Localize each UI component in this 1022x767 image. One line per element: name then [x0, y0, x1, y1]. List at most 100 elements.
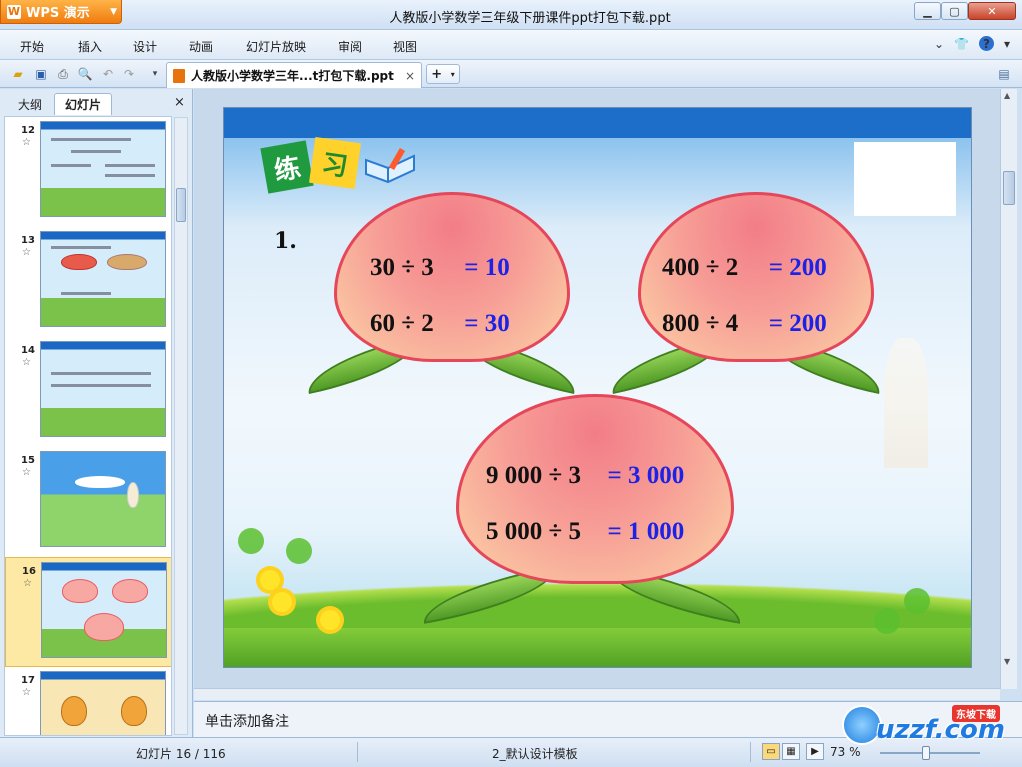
normal-view-icon: ▭ — [766, 746, 776, 757]
slide-preview — [41, 562, 167, 658]
slide-number: 14 — [21, 345, 35, 356]
slide-thumbnail-15[interactable]: 15 ☆ — [5, 447, 171, 557]
tab-outline[interactable]: 大纲 — [10, 93, 50, 115]
skin-icon[interactable]: 👕 — [954, 37, 969, 51]
app-name: WPS 演示 — [26, 6, 90, 21]
zoom-slider[interactable] — [880, 752, 980, 754]
title-bar: W WPS 演示 ▼ 人教版小学数学三年级下册课件ppt打包下载.ppt ▁ ▢… — [0, 0, 1022, 30]
site-watermark: uzzf.com 东坡下载 — [842, 703, 1020, 751]
slide-thumbnail-12[interactable]: 12 ☆ — [5, 117, 171, 227]
editor-horizontal-scrollbar[interactable] — [194, 688, 1000, 700]
clover-decoration — [874, 608, 900, 634]
equation-answer: = 30 — [464, 310, 510, 337]
flower-decoration — [272, 592, 292, 612]
menu-item-slideshow[interactable]: 幻灯片放映 — [246, 38, 306, 55]
slide-thumbnail-13[interactable]: 13 ☆ — [5, 227, 171, 337]
star-icon: ☆ — [22, 357, 31, 368]
collapse-ribbon-icon[interactable]: ⌄ — [934, 37, 944, 51]
normal-view-button[interactable]: ▭ — [762, 743, 780, 760]
menu-item-animation[interactable]: 动画 — [189, 38, 213, 55]
menu-item-insert[interactable]: 插入 — [78, 38, 102, 55]
print-preview-icon[interactable]: 🔍 — [77, 66, 93, 82]
menu-item-design[interactable]: 设计 — [133, 38, 157, 55]
notes-placeholder[interactable]: 单击添加备注 — [205, 711, 289, 731]
clover-decoration — [904, 588, 930, 614]
equation-answer: = 200 — [768, 254, 827, 281]
new-tab-button[interactable]: + ▾ — [426, 64, 460, 84]
undo-icon[interactable]: ↶ — [100, 66, 116, 82]
equation-answer: = 1 000 — [607, 518, 685, 545]
slide-number: 13 — [21, 235, 35, 246]
close-tab-icon[interactable]: × — [405, 69, 415, 83]
tab-slides[interactable]: 幻灯片 — [54, 93, 112, 115]
equation-line: 60 ÷ 2 = 30 — [370, 310, 510, 338]
document-tab-label: 人教版小学数学三年...t打包下载.ppt — [191, 69, 394, 83]
scroll-thumb[interactable] — [176, 188, 186, 222]
thumbnail-list[interactable]: 12 ☆ 13 ☆ 14 ☆ 15 ☆ 16 ☆ 17 ☆ — [4, 116, 172, 736]
close-panel-icon[interactable]: × — [174, 95, 185, 110]
equation-line: 30 ÷ 3 = 10 — [370, 254, 510, 282]
print-icon[interactable]: ⎙ — [55, 66, 71, 82]
star-icon: ☆ — [23, 578, 32, 589]
menu-bar: 开始 插入 设计 动画 幻灯片放映 审阅 视图 ⌄ 👕 ? ▾ — [0, 30, 1022, 60]
peach-card-1: 30 ÷ 3 = 10 60 ÷ 2 = 30 — [334, 192, 570, 362]
slide-canvas[interactable]: 练 习 1. 30 ÷ 3 = 10 60 ÷ 2 = 30 400 ÷ 2 =… — [223, 107, 972, 668]
equation-line: 800 ÷ 4 = 200 — [662, 310, 827, 338]
star-icon: ☆ — [22, 247, 31, 258]
scroll-up-icon[interactable]: ▲ — [1004, 91, 1010, 100]
document-tab[interactable]: 人教版小学数学三年...t打包下载.ppt × — [166, 62, 422, 88]
slide-thumbnail-14[interactable]: 14 ☆ — [5, 337, 171, 447]
clover-decoration — [286, 538, 312, 564]
badge-char: 练 — [260, 140, 314, 194]
slide-preview — [40, 231, 166, 327]
star-icon: ☆ — [22, 137, 31, 148]
app-menu-button[interactable]: W WPS 演示 ▼ — [0, 0, 122, 24]
equation-question: 60 ÷ 2 — [370, 310, 434, 337]
slide-number: 12 — [21, 125, 35, 136]
equation-answer: = 200 — [768, 310, 827, 337]
equation-line: 5 000 ÷ 5 = 1 000 — [486, 518, 684, 546]
customize-toolbar-icon[interactable]: ▾ — [147, 66, 163, 82]
windmill-decoration — [884, 338, 928, 468]
badge-char: 习 — [309, 137, 361, 189]
slide-preview — [40, 121, 166, 217]
help-dropdown-icon[interactable]: ▾ — [1004, 37, 1010, 51]
equation-line: 9 000 ÷ 3 = 3 000 — [486, 462, 684, 490]
menu-item-review[interactable]: 审阅 — [338, 38, 362, 55]
thumbnail-scrollbar[interactable] — [174, 117, 188, 735]
grass-decoration — [224, 628, 971, 667]
panel-toggle-icon[interactable]: ▤ — [996, 66, 1012, 82]
menu-item-home[interactable]: 开始 — [20, 38, 44, 55]
menu-item-view[interactable]: 视图 — [393, 38, 417, 55]
slide-number: 16 — [22, 566, 36, 577]
grid-icon: ▦ — [786, 746, 796, 757]
help-icon[interactable]: ? — [978, 36, 994, 51]
slide-preview — [40, 671, 166, 735]
peach-card-2: 400 ÷ 2 = 200 800 ÷ 4 = 200 — [638, 192, 874, 362]
slide-thumbnail-16[interactable]: 16 ☆ — [5, 557, 171, 667]
equation-question: 800 ÷ 4 — [662, 310, 739, 337]
maximize-button[interactable]: ▢ — [941, 2, 968, 20]
clover-decoration — [238, 528, 264, 554]
sorter-view-button[interactable]: ▦ — [782, 743, 800, 760]
scroll-thumb[interactable] — [1003, 171, 1015, 205]
watermark-tag: 东坡下载 — [952, 705, 1000, 722]
open-folder-icon[interactable]: ▰ — [10, 66, 26, 82]
equation-answer: = 3 000 — [607, 462, 685, 489]
book-pencil-icon — [365, 148, 415, 184]
slide-editor[interactable]: 练 习 1. 30 ÷ 3 = 10 60 ÷ 2 = 30 400 ÷ 2 =… — [194, 89, 1000, 689]
slideshow-button[interactable]: ▶ — [806, 743, 824, 760]
save-icon[interactable]: ▣ — [33, 66, 49, 82]
slide-thumbnail-17[interactable]: 17 ☆ — [5, 667, 171, 735]
scroll-down-icon[interactable]: ▼ — [1004, 657, 1010, 666]
close-icon: ✕ — [987, 4, 997, 18]
editor-vertical-scrollbar[interactable]: ▲ ▼ — [1000, 89, 1017, 689]
minimize-button[interactable]: ▁ — [914, 2, 941, 20]
window-title: 人教版小学数学三年级下册课件ppt打包下载.ppt — [389, 11, 671, 26]
flower-decoration — [260, 570, 280, 590]
equation-question: 400 ÷ 2 — [662, 254, 739, 281]
quick-access-toolbar: ▰ ▣ ⎙ 🔍 ↶ ↷ ▾ 人教版小学数学三年...t打包下载.ppt × + … — [0, 60, 1022, 88]
redo-icon[interactable]: ↷ — [121, 66, 137, 82]
equation-question: 30 ÷ 3 — [370, 254, 434, 281]
close-window-button[interactable]: ✕ — [968, 2, 1016, 20]
